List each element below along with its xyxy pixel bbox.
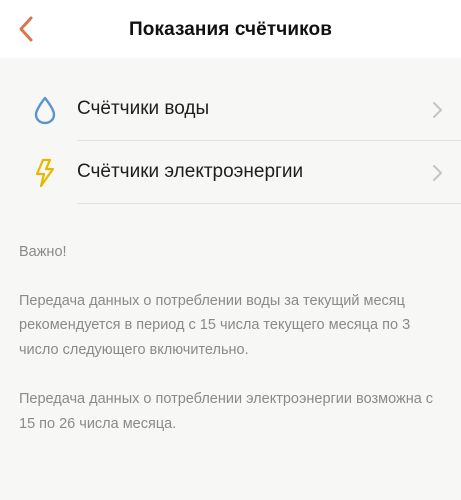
electricity-note: Передача данных о потреблении электроэне… — [19, 391, 434, 432]
water-note: Передача данных о потреблении воды за те… — [19, 292, 411, 358]
important-heading: Важно! — [19, 244, 67, 260]
water-meters-label: Счётчики воды — [77, 98, 210, 119]
page-title: Показания счётчиков — [129, 19, 332, 40]
water-meters-item[interactable]: Счётчики воды — [0, 78, 461, 141]
info-notes: Важно! Передача данных о потреблении вод… — [19, 240, 439, 436]
electricity-meters-item[interactable]: Счётчики электроэнергии — [0, 141, 461, 204]
top-bar: Показания счётчиков — [0, 0, 461, 58]
divider — [77, 203, 461, 204]
chevron-right-icon — [433, 165, 442, 181]
chevron-right-icon — [433, 102, 442, 118]
lightning-icon — [35, 158, 55, 188]
electricity-meters-label: Счётчики электроэнергии — [77, 161, 304, 182]
meters-menu: Счётчики воды Счётчики электроэнергии — [0, 78, 461, 204]
water-drop-icon — [34, 96, 56, 125]
